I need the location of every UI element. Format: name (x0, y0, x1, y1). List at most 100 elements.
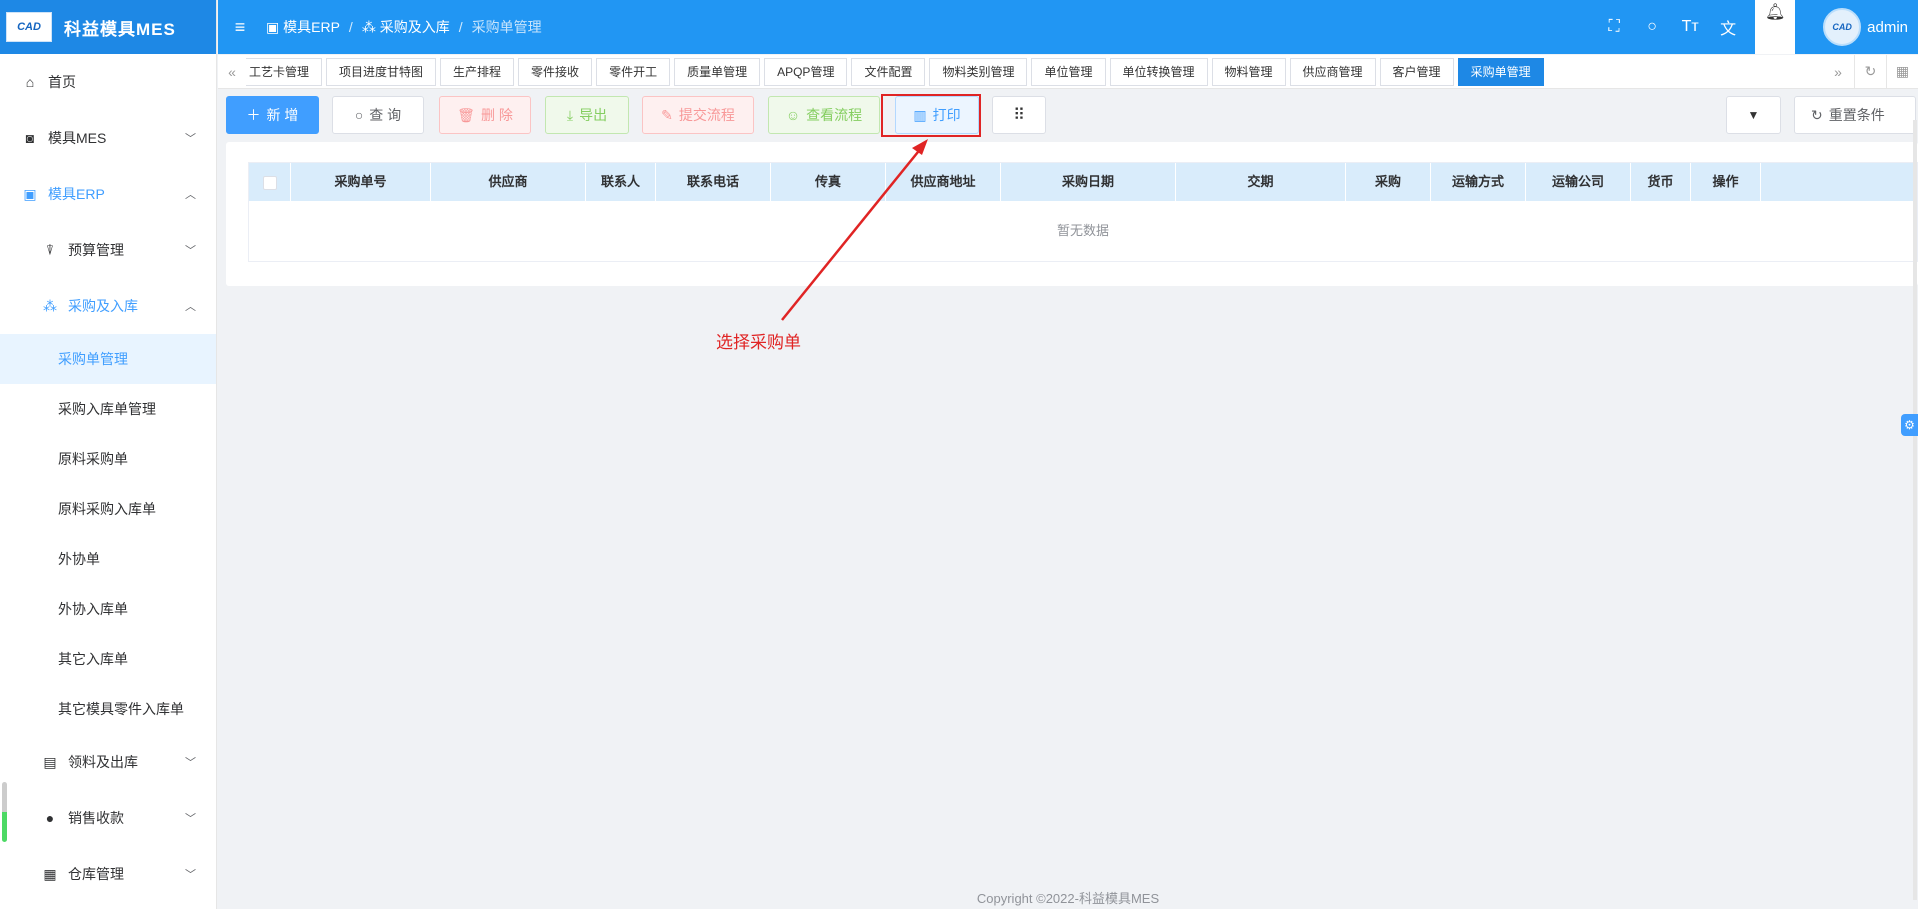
breadcrumb-separator: / (458, 19, 463, 35)
sidebar-item-label: 销售收款 (68, 810, 124, 826)
view-flow-button[interactable]: ☺ 查看流程 (768, 96, 880, 134)
top-header: ≡ ▣ 模具ERP / ⁂ 采购及入库 / 采购单管理 ⛶ ○ Tт 文 🔔︎ … (218, 0, 1918, 54)
page-scrollbar[interactable] (1913, 120, 1917, 900)
tab-9[interactable]: 物料类别管理 (929, 57, 1028, 86)
column-header[interactable]: 操作 (1691, 163, 1761, 201)
tab-6[interactable]: 质量单管理 (674, 57, 761, 86)
tab-4[interactable]: 零件接收 (518, 57, 593, 86)
empty-state: 暂无数据 (249, 201, 1917, 261)
logo-bar: CAD 科益模具MES (0, 0, 216, 54)
sidebar-item-purchase[interactable]: ⁂ 采购及入库 ︿ (0, 278, 216, 334)
sidebar-item-erp[interactable]: ▣ 模具ERP ︿ (0, 166, 216, 222)
chevron-down-icon: ﹀ (185, 813, 196, 825)
button-label: 删 除 (480, 107, 513, 123)
sidebar-item-home[interactable]: ⌂ 首页 (0, 54, 216, 110)
breadcrumb-purchase[interactable]: ⁂ 采购及入库 (362, 17, 450, 37)
tag-list: 工艺卡管理 项目进度甘特图 生产排程 零件接收 零件开工 质量单管理 APQP管理 文件配置物… (246, 55, 1822, 88)
button-label: 查看流程 (806, 107, 863, 123)
tab-13[interactable]: 供应商管理 (1289, 57, 1376, 86)
breadcrumb-erp[interactable]: ▣ 模具ERP (266, 17, 340, 37)
font-size-icon[interactable]: Tт (1671, 18, 1709, 36)
tab-2[interactable]: 项目进度甘特图 (326, 57, 437, 86)
export-button[interactable]: ⤓ 导出 (545, 96, 629, 134)
sidebar-item-label: 领料及出库 (68, 754, 138, 770)
column-settings-button[interactable]: ⠿ (992, 96, 1046, 134)
sidebar-item-budget[interactable]: ⍒ 预算管理 ﹀ (0, 222, 216, 278)
tab-15[interactable]: 采购单管理 (1457, 57, 1544, 86)
column-header[interactable]: 传真 (771, 163, 886, 201)
column-header[interactable]: 联系人 (586, 163, 656, 201)
sidebar-item-mes[interactable]: ◙ 模具MES ﹀ (0, 110, 216, 166)
sidebar-scrollbar[interactable] (2, 782, 7, 842)
avatar: CAD (1823, 8, 1862, 46)
column-header[interactable]: 供应商地址 (886, 163, 1001, 201)
column-header[interactable]: 货币 (1631, 163, 1691, 201)
sidebar-item-picking[interactable]: ▤ 领料及出库 ﹀ (0, 734, 216, 790)
sidebar-item-sales[interactable]: ● 销售收款 ﹀ (0, 790, 216, 846)
breadcrumb-label: 采购及入库 (379, 19, 450, 35)
tab-5[interactable]: 零件开工 (596, 57, 671, 86)
tab-1[interactable]: 工艺卡管理 (246, 57, 323, 86)
hamburger-icon[interactable]: ≡ (220, 17, 260, 38)
chevron-down-icon: ﹀ (185, 869, 196, 881)
sidebar-item-warehouse[interactable]: ▦ 仓库管理 ﹀ (0, 846, 216, 902)
column-header[interactable]: 采购日期 (1001, 163, 1176, 201)
tab-7[interactable]: APQP管理 (764, 57, 848, 86)
delete-button[interactable]: 🗑︎ 删 除 (439, 96, 531, 134)
button-label: 查 询 (369, 107, 402, 123)
breadcrumb: ▣ 模具ERP / ⁂ 采购及入库 / 采购单管理 (266, 17, 542, 37)
calendar-icon: ▦ (43, 865, 57, 882)
bell-icon[interactable]: 🔔︎ (1755, 0, 1796, 54)
bag-icon: ▣ (23, 185, 37, 202)
grid-icon: ⠿ (1013, 107, 1025, 124)
search-icon[interactable]: ○ (1633, 18, 1671, 36)
submit-flow-button[interactable]: ✎ 提交流程 (642, 96, 754, 134)
column-header[interactable]: 采购单号 (291, 163, 431, 201)
breadcrumb-current: 采购单管理 (471, 19, 542, 35)
checkbox[interactable] (262, 175, 277, 190)
add-button[interactable]: ＋ 新 增 (226, 96, 319, 134)
select-all-checkbox[interactable] (249, 163, 291, 201)
tab-3[interactable]: 生产排程 (440, 57, 515, 86)
tab-12[interactable]: 物料管理 (1211, 57, 1286, 86)
sidebar-item-mold-part-inbound[interactable]: 其它模具零件入库单 (0, 684, 216, 734)
tab-10[interactable]: 单位管理 (1031, 57, 1106, 86)
column-header[interactable]: 交期 (1176, 163, 1346, 201)
column-header[interactable]: 联系电话 (656, 163, 771, 201)
trash-icon: 🗑︎ (457, 106, 475, 123)
chevron-down-icon: ﹀ (185, 245, 196, 257)
sidebar: CAD 科益模具MES ⌂ 首页 ◙ 模具MES ﹀ ▣ 模具ERP ︿ ⍒ 预… (0, 0, 217, 909)
settings-gear-icon[interactable]: ⚙ (1901, 414, 1918, 436)
sidebar-item-material-inbound[interactable]: 原料采购入库单 (0, 484, 216, 534)
table-card: 采购单号 供应商 联系人 联系电话 传真 供应商地址 采购日期 交期 采购 运输方式 运输公司 货币操… (226, 142, 1918, 286)
column-header[interactable]: 运输方式 (1431, 163, 1526, 201)
download-icon: ⤓ (566, 106, 574, 123)
app-title: 科益模具MES (64, 19, 176, 39)
sidebar-item-outsource-inbound[interactable]: 外协入库单 (0, 584, 216, 634)
reset-button[interactable]: ↻ 重置条件 (1794, 96, 1916, 134)
sidebar-item-purchase-order[interactable]: 采购单管理 (0, 334, 216, 384)
column-header[interactable]: 运输公司 (1526, 163, 1631, 201)
sidebar-item-other-inbound[interactable]: 其它入库单 (0, 634, 216, 684)
user-menu[interactable]: CAD admin (1823, 8, 1908, 46)
sidebar-item-material-purchase[interactable]: 原料采购单 (0, 434, 216, 484)
grid-menu-icon[interactable]: ▦ (1886, 55, 1918, 88)
column-header[interactable]: 采购 (1346, 163, 1431, 201)
header-tools: ⛶ ○ Tт 文 🔔︎ CAD admin (1595, 0, 1918, 54)
query-button[interactable]: ○ 查 询 (332, 96, 424, 134)
column-header[interactable]: 供应商 (431, 163, 586, 201)
tags-scroll-right-icon[interactable]: » (1822, 55, 1854, 88)
tab-14[interactable]: 客户管理 (1379, 57, 1454, 86)
tags-scroll-left-icon[interactable]: « (218, 64, 246, 80)
sidebar-item-purchase-inbound[interactable]: 采购入库单管理 (0, 384, 216, 434)
tab-8[interactable]: 文件配置 (851, 57, 926, 86)
sidebar-item-outsource[interactable]: 外协单 (0, 534, 216, 584)
tab-11[interactable]: 单位转换管理 (1109, 57, 1208, 86)
expand-filter-button[interactable]: ▼ (1726, 96, 1781, 134)
sidebar-item-label: 模具ERP (48, 186, 105, 202)
refresh-icon[interactable]: ↻ (1854, 55, 1886, 88)
translate-icon[interactable]: 文 (1709, 15, 1747, 39)
table-header: 采购单号 供应商 联系人 联系电话 传真 供应商地址 采购日期 交期 采购 运输方式 运输公司 货币操… (249, 163, 1917, 201)
chevron-up-icon: ︿ (185, 189, 196, 201)
fullscreen-icon[interactable]: ⛶ (1595, 18, 1633, 36)
